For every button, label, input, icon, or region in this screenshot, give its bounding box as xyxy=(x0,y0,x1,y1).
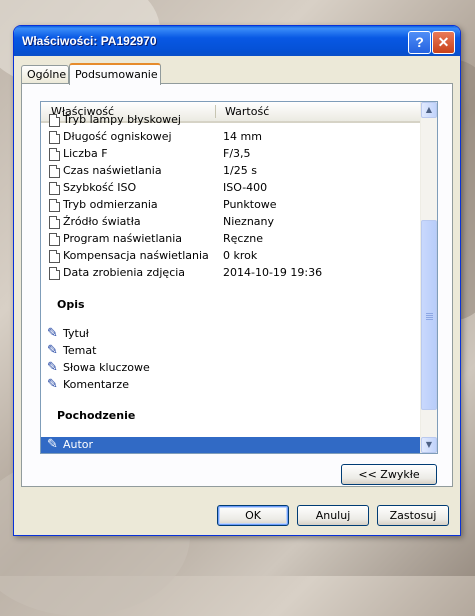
document-icon xyxy=(49,199,60,212)
row-label: Autor xyxy=(63,438,94,451)
row-label: Tryb odmierzania xyxy=(63,198,158,211)
list-row[interactable]: Czas naświetlania 1/25 s xyxy=(41,163,420,180)
list-row-editable[interactable]: ✎ Tytuł xyxy=(41,326,420,343)
edit-pen-icon: ✎ xyxy=(47,326,58,341)
row-value: 1/25 s xyxy=(223,164,257,177)
help-button[interactable]: ? xyxy=(408,31,431,54)
list-row[interactable]: Liczba F F/3,5 xyxy=(41,146,420,163)
row-label: Liczba F xyxy=(63,147,108,160)
row-label: Słowa kluczowe xyxy=(63,361,150,374)
row-label: Data zrobienia zdjęcia xyxy=(63,266,186,279)
row-value: 2014-10-19 19:36 xyxy=(223,266,323,279)
document-icon xyxy=(49,114,60,127)
scroll-down-icon[interactable]: ▼ xyxy=(421,437,437,453)
grip-icon xyxy=(426,313,433,320)
list-row[interactable]: Szybkość ISO ISO-400 xyxy=(41,180,420,197)
list-row-editable[interactable]: ✎ Komentarze xyxy=(41,377,420,394)
vertical-scrollbar[interactable]: ▲ ▼ xyxy=(420,102,437,453)
list-row[interactable]: Data zrobienia zdjęcia 2014-10-19 19:36 xyxy=(41,265,420,282)
row-label: Czas naświetlania xyxy=(63,164,162,177)
apply-button[interactable]: Zastosuj xyxy=(377,505,449,526)
row-value: Ręczne xyxy=(223,232,263,245)
edit-pen-icon: ✎ xyxy=(47,360,58,375)
row-label: Komentarze xyxy=(63,378,129,391)
row-label: Kompensacja naświetlania xyxy=(63,249,209,262)
list-row-editable[interactable]: ✎ Słowa kluczowe xyxy=(41,360,420,377)
summary-panel: Właściwość Wartość Tryb lampy błyskowej … xyxy=(21,83,453,487)
list-row-selected-autor[interactable]: ✎ Autor xyxy=(41,437,420,453)
document-icon xyxy=(49,233,60,246)
row-label: Tryb lampy błyskowej xyxy=(63,113,181,126)
document-icon xyxy=(49,131,60,144)
document-icon xyxy=(49,250,60,263)
edit-pen-icon: ✎ xyxy=(47,343,58,358)
list-row[interactable]: Program naświetlania Ręczne xyxy=(41,231,420,248)
properties-list[interactable]: Właściwość Wartość Tryb lampy błyskowej … xyxy=(40,101,438,454)
row-label: Program naświetlania xyxy=(63,232,183,245)
document-icon xyxy=(49,165,60,178)
list-row[interactable]: Kompensacja naświetlania 0 krok xyxy=(41,248,420,265)
ok-button[interactable]: OK xyxy=(217,505,289,526)
section-heading-opis: Opis xyxy=(57,298,85,311)
row-label: Temat xyxy=(63,344,97,357)
properties-dialog: Właściwości: PA192970 ? ✕ Ogólne Podsumo… xyxy=(13,25,461,536)
tab-general[interactable]: Ogólne xyxy=(21,65,69,83)
document-icon xyxy=(49,182,60,195)
document-icon xyxy=(49,216,60,229)
list-row-partial[interactable]: Tryb lampy błyskowej xyxy=(41,112,420,129)
row-label: Szybkość ISO xyxy=(63,181,137,194)
edit-pen-icon: ✎ xyxy=(47,377,58,392)
edit-pen-icon: ✎ xyxy=(47,437,58,452)
row-value: Nieznany xyxy=(223,215,275,228)
list-row[interactable]: Długość ogniskowej 14 mm xyxy=(41,129,420,146)
window-title: Właściwości: PA192970 xyxy=(22,34,157,48)
close-button[interactable]: ✕ xyxy=(432,31,455,54)
row-value: 14 mm xyxy=(223,130,262,143)
list-row[interactable]: Tryb odmierzania Punktowe xyxy=(41,197,420,214)
row-label: Tytuł xyxy=(63,327,89,340)
row-value: Punktowe xyxy=(223,198,277,211)
row-value: ISO-400 xyxy=(223,181,268,194)
simple-view-button[interactable]: << Zwykłe xyxy=(341,464,437,485)
cancel-button[interactable]: Anuluj xyxy=(297,505,369,526)
tab-summary[interactable]: Podsumowanie xyxy=(69,63,161,85)
title-bar[interactable]: Właściwości: PA192970 ? ✕ xyxy=(14,26,460,56)
scroll-up-icon[interactable]: ▲ xyxy=(421,102,437,118)
section-heading-pochodzenie: Pochodzenie xyxy=(57,409,136,422)
row-value: 0 krok xyxy=(223,249,258,262)
list-row-editable[interactable]: ✎ Temat xyxy=(41,343,420,360)
document-icon xyxy=(49,148,60,161)
document-icon xyxy=(49,267,60,280)
scrollbar-thumb[interactable] xyxy=(421,220,437,410)
row-label: Długość ogniskowej xyxy=(63,130,172,143)
list-row[interactable]: Źródło światła Nieznany xyxy=(41,214,420,231)
row-label: Źródło światła xyxy=(63,215,141,228)
row-value: F/3,5 xyxy=(223,147,251,160)
